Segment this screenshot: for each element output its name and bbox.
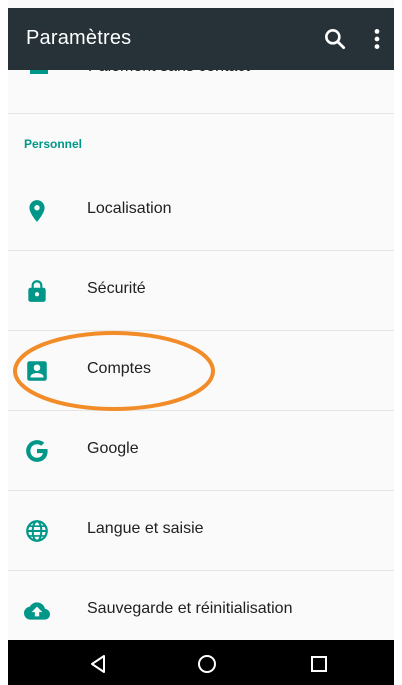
app-toolbar: Paramètres xyxy=(8,8,394,70)
location-icon xyxy=(29,200,45,222)
settings-item-google[interactable]: Google xyxy=(8,410,394,490)
google-icon xyxy=(26,440,48,462)
page-title: Paramètres xyxy=(26,27,132,49)
language-icon xyxy=(26,520,48,542)
lock-icon xyxy=(28,280,46,302)
settings-item-langue[interactable]: Langue et saisie xyxy=(8,490,394,570)
settings-item-label: Langue et saisie xyxy=(87,520,204,537)
settings-item-label: Sauvegarde et réinitialisation xyxy=(87,600,293,617)
settings-item-label: Comptes xyxy=(87,360,152,377)
settings-item-label: Sécurité xyxy=(87,280,146,297)
settings-item-securite[interactable]: Sécurité xyxy=(8,250,394,330)
more-vert-icon[interactable] xyxy=(370,26,384,52)
section-header-personnel: Personnel xyxy=(24,137,83,151)
settings-item-localisation[interactable]: Localisation xyxy=(8,170,394,250)
section-divider xyxy=(8,113,394,114)
settings-item-comptes[interactable]: Comptes xyxy=(8,330,394,410)
search-icon[interactable] xyxy=(322,26,348,52)
back-icon[interactable] xyxy=(86,652,110,676)
recents-icon[interactable] xyxy=(307,652,331,676)
account-box-icon xyxy=(27,361,47,381)
settings-item-label: Localisation xyxy=(87,200,172,217)
settings-item-sauvegarde[interactable]: Sauvegarde et réinitialisation xyxy=(8,570,394,650)
settings-item-label: Google xyxy=(87,440,139,457)
cloud-upload-icon xyxy=(24,602,50,620)
home-icon[interactable] xyxy=(195,652,219,676)
system-navbar xyxy=(8,640,394,685)
settings-screen: Paramètres Paiement sans contact Personn… xyxy=(8,0,394,685)
